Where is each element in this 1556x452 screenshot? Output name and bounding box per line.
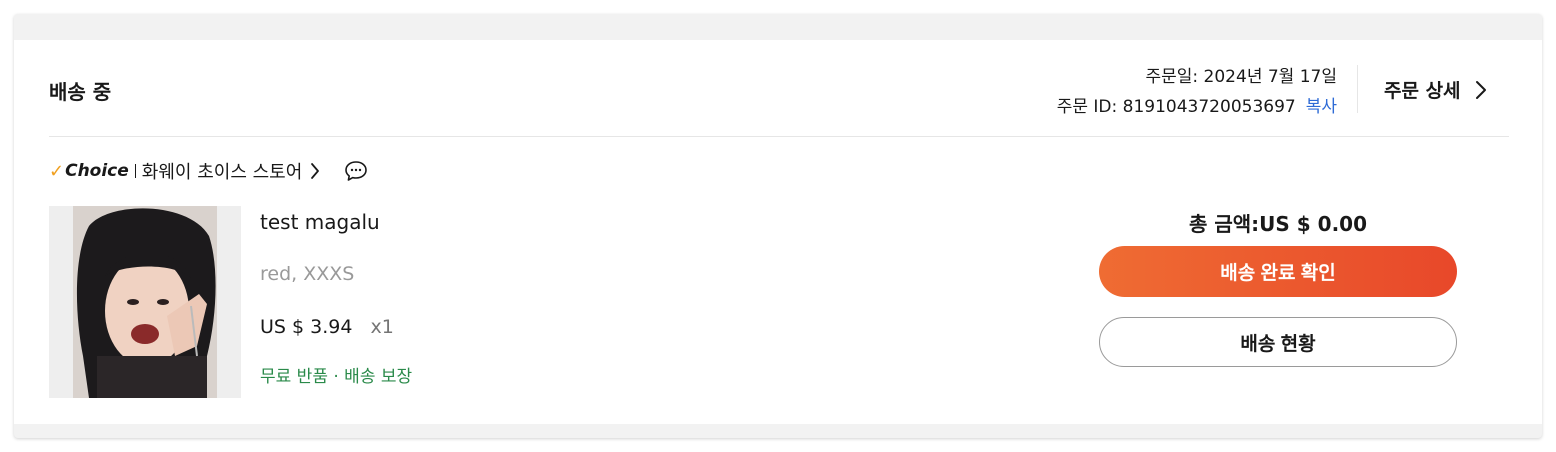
store-separator bbox=[134, 164, 136, 178]
order-card-wrapper: 배송 중 주문일: 2024년 7월 17일 주문 ID: 8191043720… bbox=[14, 14, 1542, 438]
product-price-row: US $ 3.94 x1 bbox=[260, 316, 394, 338]
checkmark-icon: ✓ bbox=[49, 160, 65, 182]
product-title[interactable]: test magalu bbox=[260, 210, 380, 234]
product-quantity: x1 bbox=[370, 316, 394, 338]
copy-button[interactable]: 복사 bbox=[1306, 97, 1337, 117]
order-date: 주문일: 2024년 7월 17일 bbox=[1145, 67, 1338, 87]
order-status: 배송 중 bbox=[49, 80, 112, 104]
store-name: 화웨이 초이스 스토어 bbox=[141, 162, 303, 183]
product-price: US $ 3.94 bbox=[260, 316, 353, 338]
order-detail-label: 주문 상세 bbox=[1384, 80, 1461, 102]
store-row: ✓ Choice 화웨이 초이스 스토어 bbox=[49, 158, 368, 184]
guarantee-text: 무료 반품 · 배송 보장 bbox=[260, 367, 413, 387]
chevron-right-icon bbox=[1475, 80, 1487, 100]
order-meta: 주문일: 2024년 7월 17일 주문 ID: 819104372005369… bbox=[1057, 62, 1337, 122]
order-card: 배송 중 주문일: 2024년 7월 17일 주문 ID: 8191043720… bbox=[14, 40, 1542, 424]
order-id: 주문 ID: 8191043720053697 bbox=[1056, 97, 1296, 117]
confirm-delivery-button[interactable]: 배송 완료 확인 bbox=[1099, 246, 1457, 297]
order-total: 총 금액:US $ 0.00 bbox=[1189, 212, 1367, 236]
chat-bubble-icon[interactable] bbox=[344, 160, 368, 182]
choice-badge: ✓ Choice bbox=[49, 161, 129, 182]
store-link[interactable]: 화웨이 초이스 스토어 bbox=[142, 158, 320, 184]
choice-label: Choice bbox=[65, 161, 129, 181]
chevron-right-icon bbox=[310, 162, 320, 180]
product-image[interactable] bbox=[49, 206, 241, 398]
track-delivery-button[interactable]: 배송 현황 bbox=[1099, 317, 1457, 367]
header-separator bbox=[49, 136, 1509, 137]
product-sku: red, XXXS bbox=[260, 263, 355, 285]
order-id-row: 주문 ID: 8191043720053697 복사 bbox=[1057, 92, 1337, 122]
order-detail-link[interactable]: 주문 상세 bbox=[1384, 76, 1487, 103]
header-divider bbox=[1357, 65, 1358, 113]
